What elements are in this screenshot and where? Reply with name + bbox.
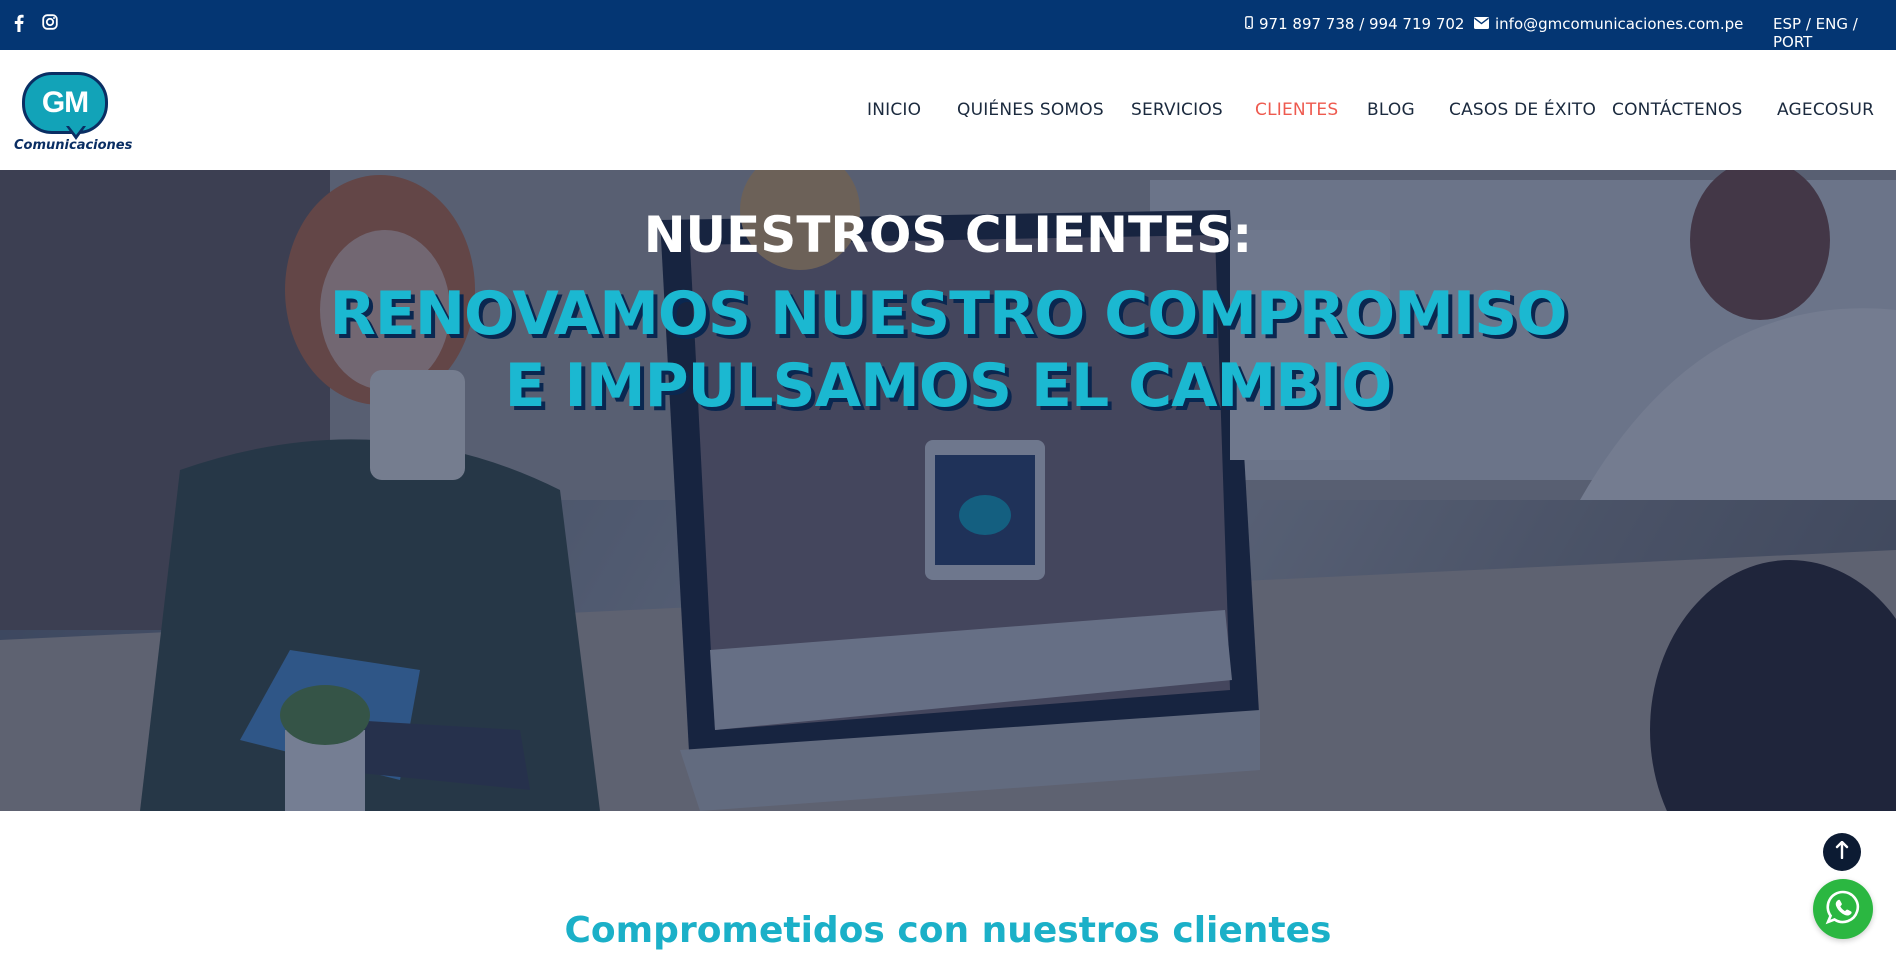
email-contact[interactable]: info@gmcomunicaciones.com.pe [1474,15,1743,33]
top-bar: 971 897 738 / 994 719 702 info@gmcomunic… [0,0,1896,51]
hero-banner: NUESTROS CLIENTES: RENOVAMOS NUESTRO COM… [0,170,1896,811]
hero-headline-line-1: RENOVAMOS NUESTRO COMPROMISO [329,279,1568,349]
hero-overlay [0,170,1896,811]
envelope-icon [1474,15,1489,33]
instagram-icon[interactable] [42,14,58,34]
section-title: Comprometidos con nuestros clientes [564,910,1332,951]
arrow-up-icon [1835,840,1849,863]
email-address: info@gmcomunicaciones.com.pe [1495,15,1744,33]
hero-kicker: NUESTROS CLIENTES: [643,206,1253,264]
nav-item-inicio[interactable]: INICIO [867,100,921,120]
nav-item-clientes[interactable]: CLIENTES [1255,100,1338,120]
mobile-phone-icon [1245,15,1253,33]
site-header: GM Comunicaciones INICIO QUIÉNES SOMOS S… [0,50,1896,170]
nav-item-servicios[interactable]: SERVICIOS [1131,100,1223,120]
whatsapp-icon [1825,889,1861,929]
phone-numbers: 971 897 738 / 994 719 702 [1259,15,1465,33]
nav-item-quienes-somos[interactable]: QUIÉNES SOMOS [957,100,1104,120]
main-navigation: INICIO QUIÉNES SOMOS SERVICIOS CLIENTES … [0,50,1896,170]
facebook-icon[interactable] [14,14,30,34]
hero-headline-line-2: E IMPULSAMOS EL CAMBIO [504,351,1393,421]
nav-item-casos-de-exito[interactable]: CASOS DE ÉXITO [1449,100,1596,120]
nav-item-contactenos[interactable]: CONTÁCTENOS [1612,100,1742,120]
hero-headline: RENOVAMOS NUESTRO COMPROMISO E IMPULSAMO… [0,278,1896,422]
phone-contact[interactable]: 971 897 738 / 994 719 702 [1245,15,1464,33]
whatsapp-button[interactable] [1813,879,1873,939]
social-links [14,14,58,34]
language-switcher[interactable]: ESP / ENG / PORT [1773,15,1896,51]
nav-item-blog[interactable]: BLOG [1367,100,1415,120]
nav-item-agecosur[interactable]: AGECOSUR [1777,100,1874,120]
scroll-to-top-button[interactable] [1823,833,1861,871]
